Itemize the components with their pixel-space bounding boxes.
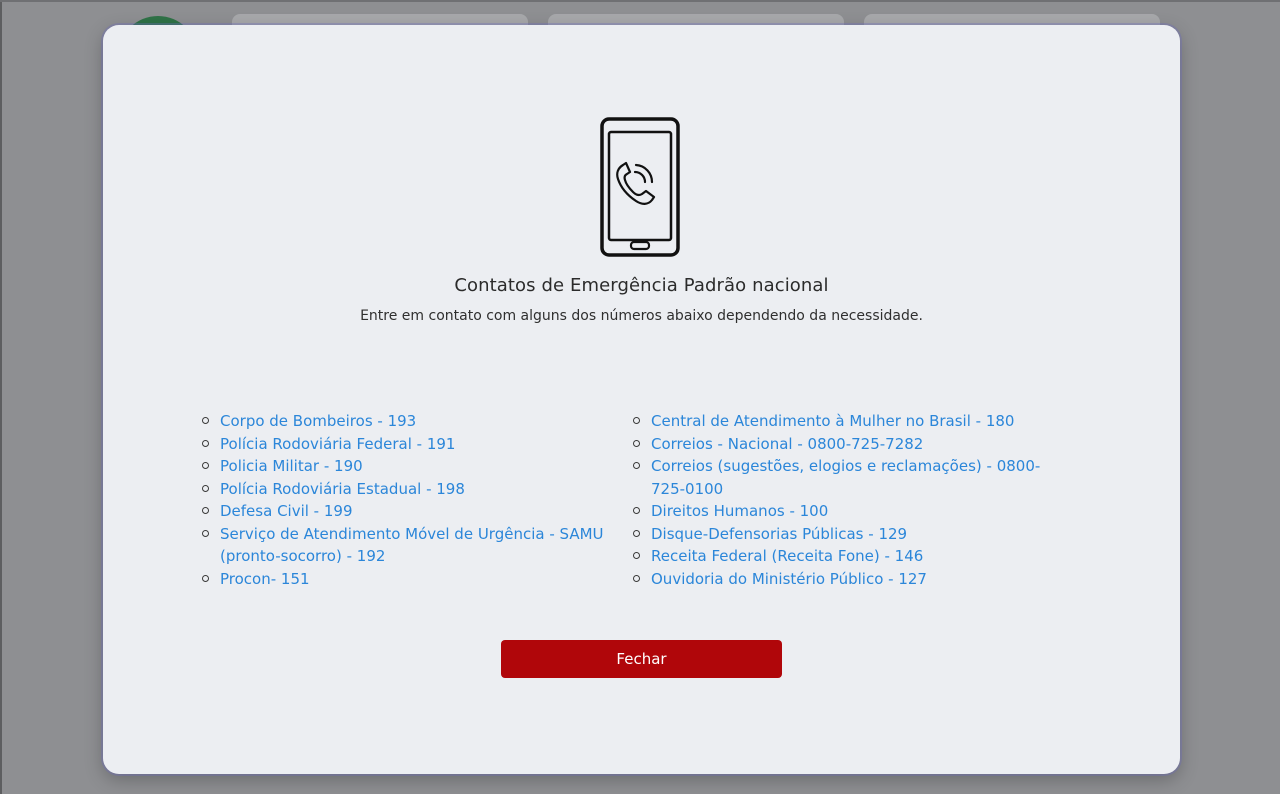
bullet-icon <box>202 439 209 447</box>
contact-link[interactable]: Serviço de Atendimento Móvel de Urgência… <box>220 525 604 566</box>
contact-link[interactable]: Receita Federal (Receita Fone) - 146 <box>651 547 923 565</box>
contact-link[interactable]: Direitos Humanos - 100 <box>651 502 828 520</box>
list-item: Polícia Rodoviária Estadual - 198 <box>202 478 622 501</box>
bullet-icon <box>633 552 640 559</box>
bullet-icon <box>202 417 209 424</box>
contact-link[interactable]: Ouvidoria do Ministério Público - 127 <box>651 570 927 588</box>
list-item: Correios (sugestões, elogios e reclamaçõ… <box>633 455 1063 500</box>
list-item: Disque-Defensorias Públicas - 129 <box>633 523 1063 546</box>
contact-list-left: Corpo de Bombeiros - 193 Polícia Rodoviá… <box>202 410 622 590</box>
contact-link[interactable]: Correios (sugestões, elogios e reclamaçõ… <box>651 457 1040 498</box>
list-item: Defesa Civil - 199 <box>202 500 622 523</box>
list-item: Ouvidoria do Ministério Público - 127 <box>633 568 1063 591</box>
bullet-icon <box>202 529 209 537</box>
bullet-icon <box>202 462 209 469</box>
list-item: Policia Militar - 190 <box>202 455 622 478</box>
contact-link[interactable]: Polícia Rodoviária Estadual - 198 <box>220 480 465 498</box>
bullet-icon <box>633 574 640 582</box>
contact-link[interactable]: Central de Atendimento à Mulher no Brasi… <box>651 412 1014 430</box>
bullet-icon <box>633 507 640 514</box>
phone-call-icon <box>600 117 680 257</box>
contact-link[interactable]: Polícia Rodoviária Federal - 191 <box>220 435 455 453</box>
bullet-icon <box>202 574 209 582</box>
bullet-icon <box>633 417 640 424</box>
close-button[interactable]: Fechar <box>501 640 782 678</box>
list-item: Polícia Rodoviária Federal - 191 <box>202 433 622 456</box>
list-item: Corpo de Bombeiros - 193 <box>202 410 622 433</box>
list-item: Central de Atendimento à Mulher no Brasi… <box>633 410 1063 433</box>
contact-link[interactable]: Procon- 151 <box>220 570 310 588</box>
list-item: Correios - Nacional - 0800-725-7282 <box>633 433 1063 456</box>
bullet-icon <box>202 507 209 514</box>
list-item: Receita Federal (Receita Fone) - 146 <box>633 545 1063 568</box>
contact-link[interactable]: Correios - Nacional - 0800-725-7282 <box>651 435 923 453</box>
contact-link[interactable]: Disque-Defensorias Públicas - 129 <box>651 525 907 543</box>
bullet-icon <box>633 462 640 469</box>
window-left-edge <box>0 0 2 794</box>
emergency-contacts-modal: Contatos de Emergência Padrão nacional E… <box>103 25 1180 774</box>
contact-link[interactable]: Policia Militar - 190 <box>220 457 363 475</box>
window-top-edge <box>0 0 1280 2</box>
contact-link[interactable]: Corpo de Bombeiros - 193 <box>220 412 416 430</box>
list-item: Direitos Humanos - 100 <box>633 500 1063 523</box>
bullet-icon <box>633 439 640 447</box>
modal-title: Contatos de Emergência Padrão nacional <box>454 275 829 296</box>
list-item: Procon- 151 <box>202 568 622 591</box>
list-item: Serviço de Atendimento Móvel de Urgência… <box>202 523 622 568</box>
contact-list-right: Central de Atendimento à Mulher no Brasi… <box>633 410 1063 590</box>
bullet-icon <box>202 484 209 492</box>
modal-subtitle: Entre em contato com alguns dos números … <box>360 308 923 324</box>
contact-link[interactable]: Defesa Civil - 199 <box>220 502 353 520</box>
bullet-icon <box>633 529 640 537</box>
